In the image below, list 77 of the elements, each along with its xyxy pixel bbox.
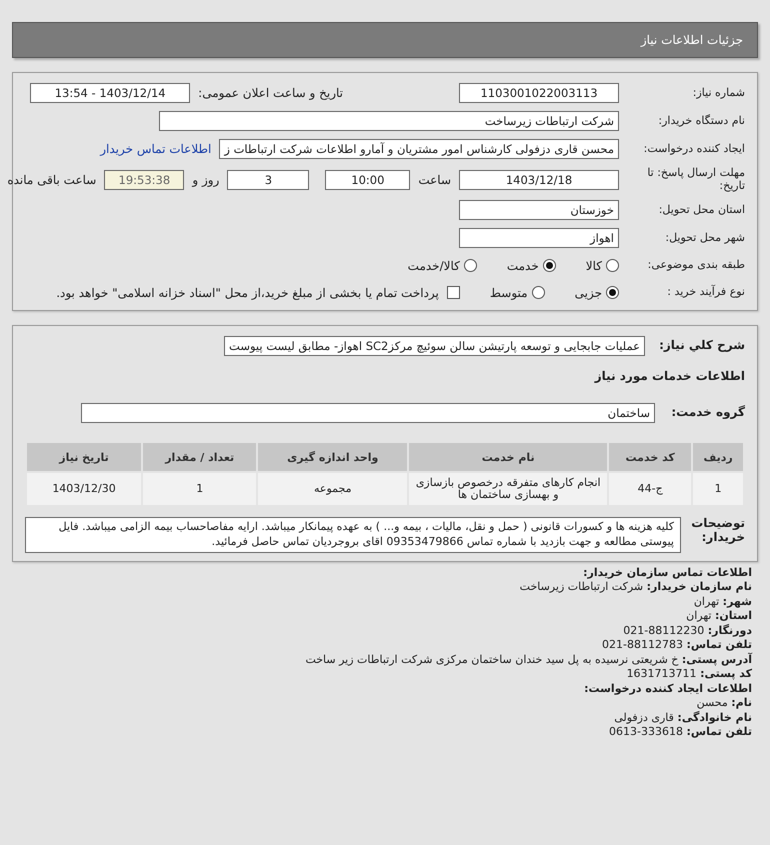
contact-label: دورنگار:: [708, 624, 752, 637]
contact-value: تهران: [686, 609, 712, 622]
field-label: طبقه بندی موضوعی:: [646, 259, 745, 272]
radio-button[interactable]: [606, 286, 619, 300]
table-cell: 1: [693, 473, 743, 506]
buyer-notes-text: کلیه هزینه ها و کسورات قانونی ( حمل و نقل، مالیات ، بیمه و... ) به عهده پیمانکار میباشد. ارایه مفاصاحساب بیمه الزامی میباشد. فایل پیوستی مطالعه و جهت بازدید با شماره تماس 09353479866 اقای بروجردیان تماس حاصل فرمائید.: [25, 517, 681, 553]
contact-label: شهر:: [722, 594, 752, 608]
table-cell: 1: [143, 473, 256, 506]
contact-label: آدرس پستی:: [682, 652, 752, 666]
contact-value: 88112783-021: [602, 638, 684, 652]
field-label: توضیحات خریدار:: [690, 517, 745, 546]
remaining-label: ساعت باقی مانده: [7, 172, 96, 187]
field-label: شرح کلي نياز:: [658, 339, 745, 354]
field-label: ایجاد کننده درخواست:: [642, 142, 745, 156]
contact-label: کد پستی:: [700, 667, 752, 680]
contact-label: نام خانوادگی:: [677, 710, 752, 724]
contact-label: استان:: [715, 609, 752, 622]
field-label: شماره نیاز:: [692, 86, 745, 100]
checkbox[interactable]: [446, 286, 460, 300]
need-number-field: 1103001022003113: [459, 83, 619, 103]
radio-button[interactable]: [464, 259, 477, 272]
buyer-org-field: شرکت ارتباطات زیرساخت: [159, 111, 619, 131]
column-header: نام خدمت: [409, 443, 608, 472]
deadline-date-field: 1403/12/18: [459, 170, 619, 190]
column-header: ردیف: [693, 443, 743, 472]
checkbox-label: پرداخت تمام یا بخشی از مبلغ خرید،از محل "اسناد خزانه اسلامی" خواهد بود.: [56, 286, 439, 300]
radio-button[interactable]: [542, 259, 556, 272]
table-cell: 1403/12/30: [27, 473, 142, 506]
table-cell: مجموعه: [258, 473, 408, 506]
announce-date-field: 1403/12/14 - 13:54: [30, 83, 190, 103]
days-field: 3: [227, 170, 310, 190]
contact-label: اطلاعات ایجاد کننده درخواست:: [584, 682, 752, 695]
radio-button[interactable]: [532, 286, 545, 300]
contact-value: 333618-0613: [609, 725, 684, 738]
field-label: شهر محل تحویل:: [664, 232, 745, 245]
contact-value: 1631713711: [626, 667, 698, 680]
buyer-contact-link[interactable]: اطلاعات تماس خریدار: [100, 142, 212, 156]
contact-value: 88112230-021: [623, 624, 706, 637]
field-label: گروه خدمت:: [670, 406, 745, 420]
time-label: ساعت: [418, 172, 451, 187]
contact-value: خ شریعتی نرسیده به پل سید خندان ساختمان مرکزی شرکت ارتباطات زیر ساخت: [305, 652, 680, 666]
section-heading: اطلاعات خدمات مورد نیاز: [594, 368, 745, 383]
contact-label: تلفن تماس:: [686, 638, 752, 652]
field-label: مهلت ارسال پاسخ: تا تاریخ:: [646, 167, 745, 192]
summary-field: عملیات جابجایی و توسعه پارتیشن سالن سوئیچ مرکزSC2 اهواز- مطابق لیست پیوست: [224, 336, 645, 356]
contact-value: قاری دزفولی: [614, 710, 675, 724]
contact-value: شرکت ارتباطات زیرساخت: [520, 580, 644, 594]
table-cell: انجام کارهای متفرقه درخصوص بازسازی و بهسازی ساختمان ها: [409, 473, 608, 506]
remaining-time-field: 19:53:38: [104, 170, 184, 190]
city-field: اهواز: [459, 228, 619, 248]
option-label: کالا: [586, 258, 602, 273]
contact-label: نام سازمان خریدار:: [646, 580, 752, 594]
contact-label: اطلاعات تماس سازمان خریدار:: [583, 566, 752, 579]
deadline-time-field: 10:00: [325, 170, 410, 190]
province-field: خوزستان: [459, 200, 619, 220]
option-label: متوسط: [490, 286, 528, 300]
field-label: نام دستگاه خریدار:: [657, 114, 745, 128]
field-label: تاریخ و ساعت اعلان عمومی:: [198, 86, 343, 100]
table-cell: ج-44: [609, 473, 692, 506]
radio-button[interactable]: [606, 259, 619, 272]
field-label: استان محل تحویل:: [658, 204, 745, 217]
column-header: تاریخ نیاز: [27, 443, 142, 472]
field-label: نوع فرآیند خرید :: [666, 286, 745, 300]
column-header: کد خدمت: [609, 443, 692, 472]
column-header: تعداد / مقدار: [143, 443, 256, 472]
option-label: خدمت: [506, 258, 539, 273]
page-title: جزئیات اطلاعات نیاز: [640, 33, 743, 47]
service-group-field: ساختمان: [81, 403, 655, 424]
contact-label: تلفن تماس:: [686, 725, 752, 738]
option-label: جزیی: [574, 286, 602, 300]
option-label: کالا/خدمت: [408, 258, 460, 273]
contact-value: محسن: [696, 696, 729, 710]
days-label: روز و: [192, 172, 220, 187]
column-header: واحد اندازه گیری: [258, 443, 408, 472]
contact-label: نام:: [731, 696, 752, 710]
requester-field: محسن قاری دزفولی کارشناس امور مشتریان و آمارو اطلاعات شرکت ارتباطات ز: [219, 139, 619, 159]
contact-value: تهران: [694, 594, 720, 608]
